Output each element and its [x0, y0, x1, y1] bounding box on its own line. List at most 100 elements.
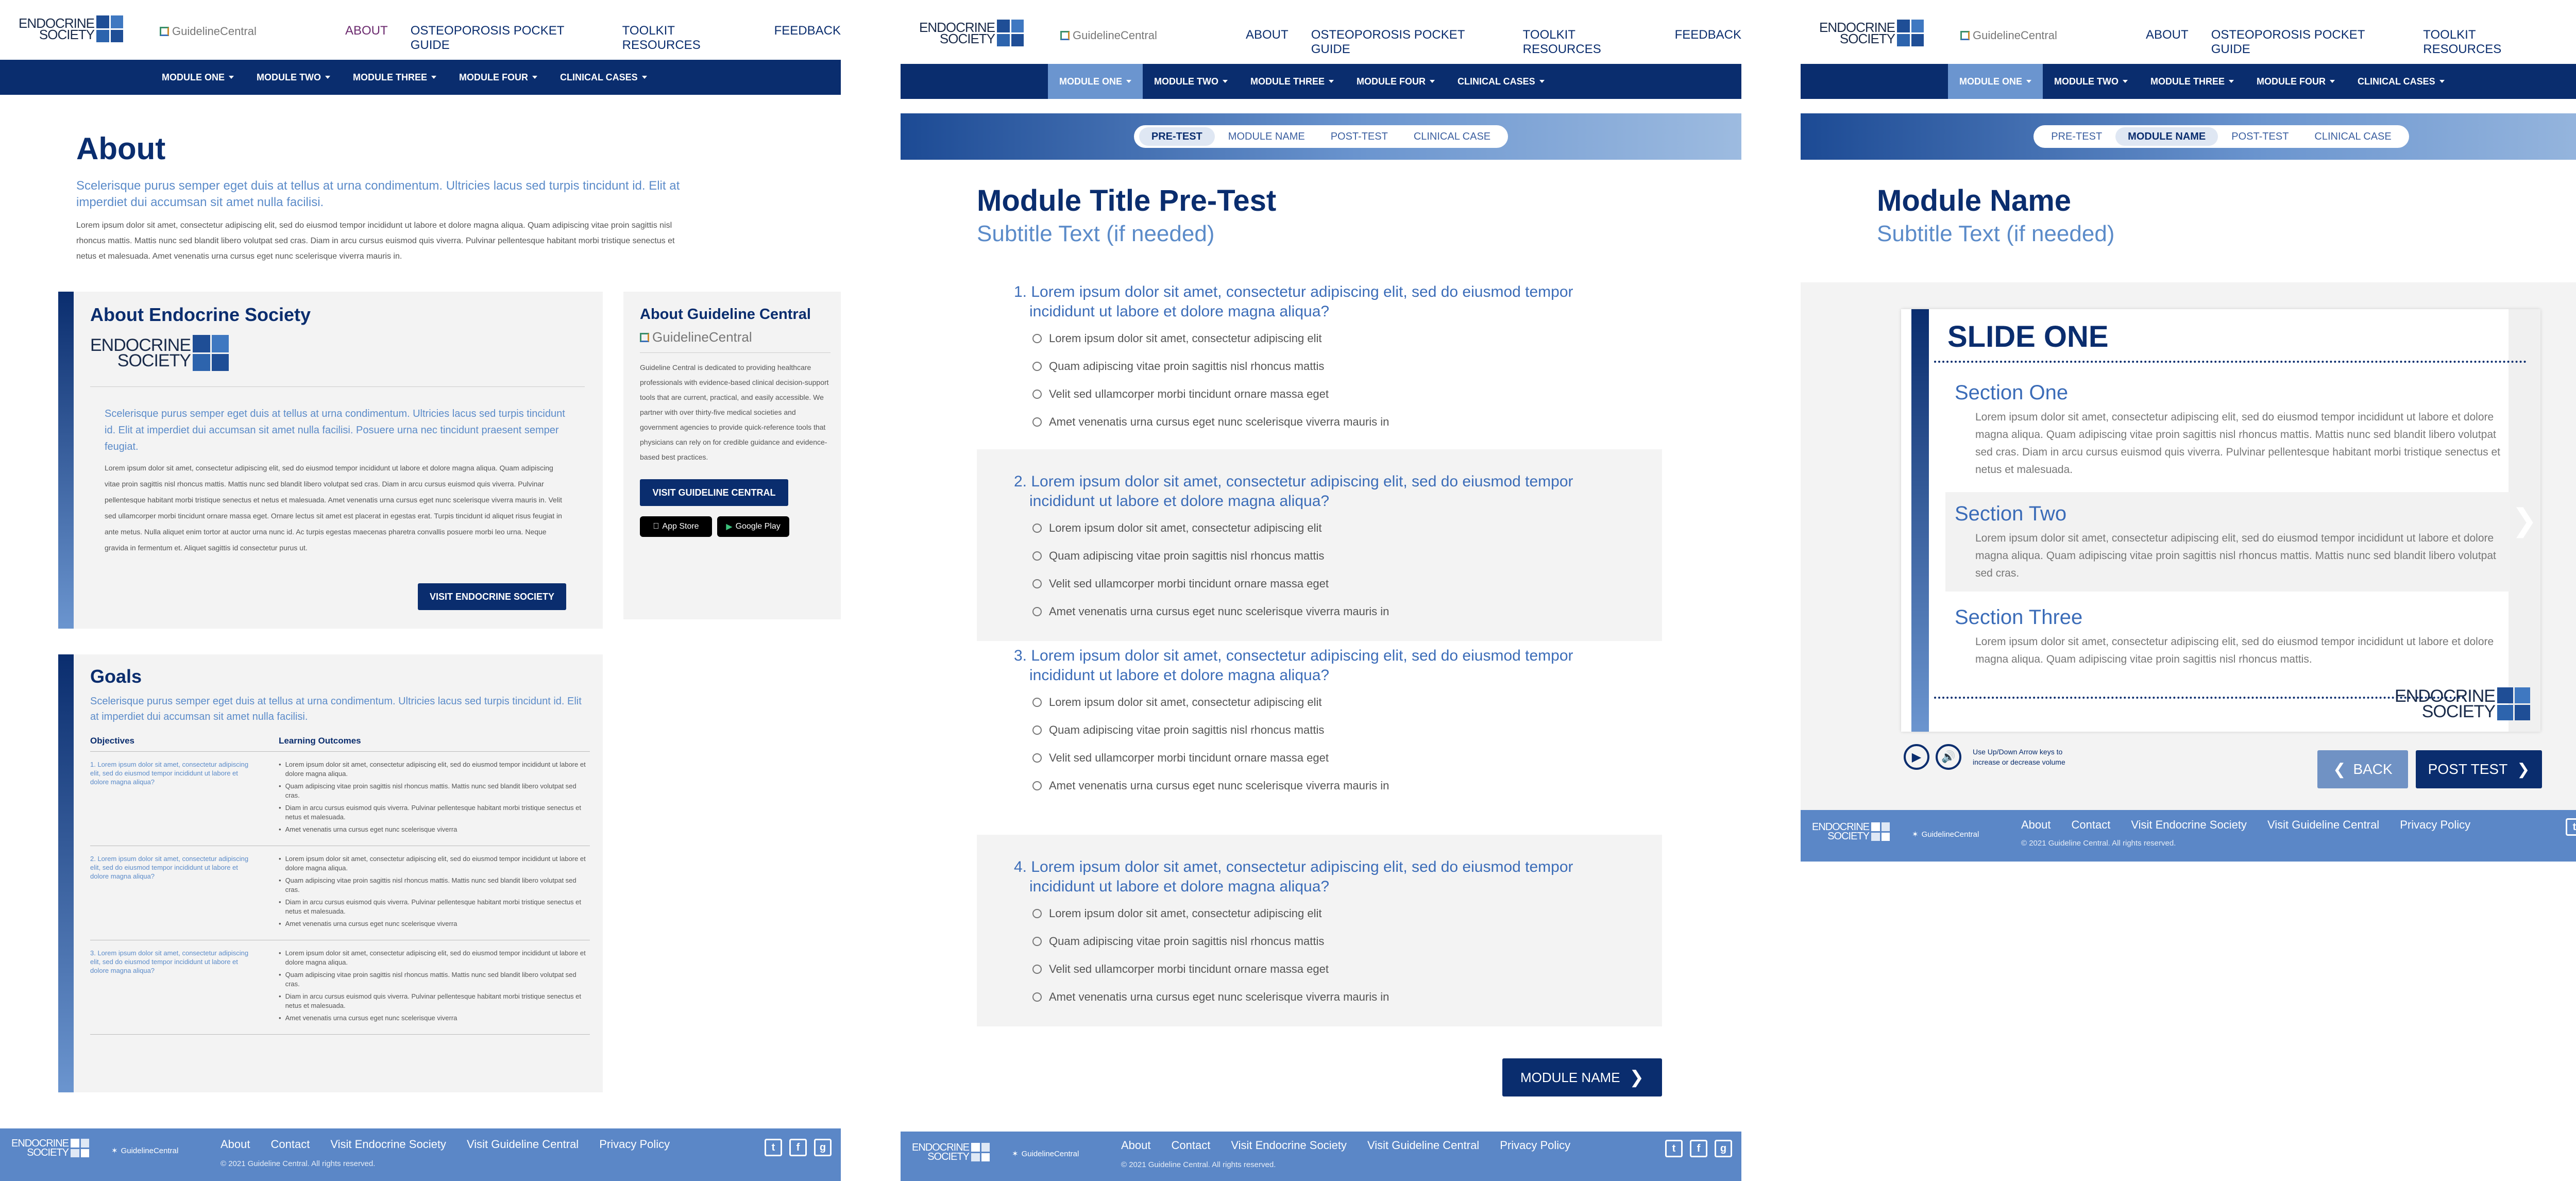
visit-guideline-central-button[interactable]: VISIT GUIDELINE CENTRAL: [640, 479, 788, 506]
module-one-menu[interactable]: MODULE ONE: [1048, 64, 1143, 99]
tab-pre-test[interactable]: PRE-TEST: [1139, 127, 1215, 146]
guideline-central-logo[interactable]: GuidelineCentral: [160, 25, 257, 38]
tab-module-name[interactable]: MODULE NAME: [2115, 127, 2218, 146]
answer-option[interactable]: Amet venenatis urna cursus eget nunc sce…: [1032, 408, 1662, 436]
radio-button[interactable]: [1032, 698, 1042, 707]
tab-pre-test[interactable]: PRE-TEST: [2039, 127, 2114, 146]
tab-clinical-case[interactable]: CLINICAL CASE: [1401, 127, 1503, 146]
visit-endocrine-society-button[interactable]: VISIT ENDOCRINE SOCIETY: [418, 583, 566, 610]
nav-pocket-guide[interactable]: OSTEOPOROSIS POCKET GUIDE: [2211, 28, 2401, 57]
answer-option[interactable]: Quam adipiscing vitae proin sagittis nis…: [1032, 542, 1662, 570]
footer-guideline-logo[interactable]: ✶ GuidelineCentral: [1012, 1149, 1079, 1159]
nav-about[interactable]: ABOUT: [1246, 28, 1289, 57]
module-two-menu[interactable]: MODULE TWO: [2043, 64, 2139, 99]
footer-link-privacy[interactable]: Privacy Policy: [2400, 818, 2470, 832]
google-play-badge[interactable]: ▶ Google Play: [717, 516, 789, 537]
module-one-menu[interactable]: MODULE ONE: [150, 60, 245, 95]
footer-endocrine-logo[interactable]: ENDOCRINE SOCIETY: [1812, 822, 1890, 841]
radio-button[interactable]: [1032, 909, 1042, 918]
module-three-menu[interactable]: MODULE THREE: [1239, 64, 1345, 99]
radio-button[interactable]: [1032, 524, 1042, 533]
radio-button[interactable]: [1032, 965, 1042, 974]
twitter-icon[interactable]: t: [1665, 1140, 1683, 1157]
radio-button[interactable]: [1032, 607, 1042, 616]
next-slide-arrow[interactable]: ❯: [2509, 309, 2540, 732]
radio-button[interactable]: [1032, 390, 1042, 399]
next-module-button[interactable]: MODULE NAME ❯: [1502, 1058, 1662, 1096]
footer-link-guideline[interactable]: Visit Guideline Central: [1367, 1139, 1479, 1152]
answer-option[interactable]: Velit sed ullamcorper morbi tincidunt or…: [1032, 744, 1662, 772]
footer-link-about[interactable]: About: [1121, 1139, 1151, 1152]
nav-pocket-guide[interactable]: OSTEOPOROSIS POCKET GUIDE: [411, 24, 600, 53]
tab-post-test[interactable]: POST-TEST: [1318, 127, 1400, 146]
radio-button[interactable]: [1032, 362, 1042, 371]
footer-link-guideline[interactable]: Visit Guideline Central: [2267, 818, 2379, 832]
answer-option[interactable]: Lorem ipsum dolor sit amet, consectetur …: [1032, 514, 1662, 542]
radio-button[interactable]: [1032, 992, 1042, 1002]
nav-pocket-guide[interactable]: OSTEOPOROSIS POCKET GUIDE: [1311, 28, 1500, 57]
answer-option[interactable]: Lorem ipsum dolor sit amet, consectetur …: [1032, 900, 1662, 927]
module-four-menu[interactable]: MODULE FOUR: [1345, 64, 1446, 99]
tab-module-name[interactable]: MODULE NAME: [1216, 127, 1317, 146]
module-four-menu[interactable]: MODULE FOUR: [448, 60, 549, 95]
guideline-central-logo[interactable]: GuidelineCentral: [1960, 29, 2057, 42]
endocrine-society-logo[interactable]: ENDOCRINE SOCIETY: [1819, 20, 1924, 46]
answer-option[interactable]: Amet venenatis urna cursus eget nunc sce…: [1032, 983, 1662, 1011]
radio-button[interactable]: [1032, 551, 1042, 561]
answer-option[interactable]: Lorem ipsum dolor sit amet, consectetur …: [1032, 325, 1662, 352]
footer-link-guideline[interactable]: Visit Guideline Central: [467, 1138, 579, 1151]
radio-button[interactable]: [1032, 334, 1042, 343]
clinical-cases-menu[interactable]: CLINICAL CASES: [549, 60, 658, 95]
footer-guideline-logo[interactable]: ✶ GuidelineCentral: [1912, 830, 1979, 839]
footer-link-endocrine[interactable]: Visit Endocrine Society: [330, 1138, 446, 1151]
nav-feedback[interactable]: FEEDBACK: [1675, 28, 1741, 57]
nav-about[interactable]: ABOUT: [2146, 28, 2189, 57]
endocrine-society-logo[interactable]: ENDOCRINE SOCIETY: [19, 15, 124, 42]
footer-endocrine-logo[interactable]: ENDOCRINE SOCIETY: [11, 1138, 90, 1158]
footer-link-about[interactable]: About: [221, 1138, 250, 1151]
footer-link-endocrine[interactable]: Visit Endocrine Society: [2131, 818, 2247, 832]
twitter-icon[interactable]: t: [765, 1139, 782, 1156]
answer-option[interactable]: Lorem ipsum dolor sit amet, consectetur …: [1032, 688, 1662, 716]
play-button[interactable]: ▶: [1904, 744, 1929, 770]
tab-clinical-case[interactable]: CLINICAL CASE: [2302, 127, 2403, 146]
radio-button[interactable]: [1032, 781, 1042, 790]
module-one-menu[interactable]: MODULE ONE: [1948, 64, 2043, 99]
footer-link-contact[interactable]: Contact: [2072, 818, 2111, 832]
module-three-menu[interactable]: MODULE THREE: [2139, 64, 2245, 99]
module-two-menu[interactable]: MODULE TWO: [1143, 64, 1239, 99]
post-test-button[interactable]: POST TEST ❯: [2416, 750, 2542, 788]
clinical-cases-menu[interactable]: CLINICAL CASES: [1446, 64, 1556, 99]
answer-option[interactable]: Quam adipiscing vitae proin sagittis nis…: [1032, 927, 1662, 955]
answer-option[interactable]: Amet venenatis urna cursus eget nunc sce…: [1032, 772, 1662, 800]
answer-option[interactable]: Quam adipiscing vitae proin sagittis nis…: [1032, 352, 1662, 380]
nav-feedback[interactable]: FEEDBACK: [774, 24, 841, 53]
module-three-menu[interactable]: MODULE THREE: [342, 60, 448, 95]
clinical-cases-menu[interactable]: CLINICAL CASES: [2346, 64, 2456, 99]
facebook-icon[interactable]: f: [1690, 1140, 1707, 1157]
radio-button[interactable]: [1032, 726, 1042, 735]
footer-link-endocrine[interactable]: Visit Endocrine Society: [1231, 1139, 1347, 1152]
volume-button[interactable]: 🔊: [1936, 744, 1961, 770]
radio-button[interactable]: [1032, 753, 1042, 763]
radio-button[interactable]: [1032, 417, 1042, 427]
footer-link-contact[interactable]: Contact: [1172, 1139, 1211, 1152]
radio-button[interactable]: [1032, 579, 1042, 588]
answer-option[interactable]: Quam adipiscing vitae proin sagittis nis…: [1032, 716, 1662, 744]
google-plus-icon[interactable]: g: [814, 1139, 832, 1156]
nav-about[interactable]: ABOUT: [345, 24, 388, 53]
twitter-icon[interactable]: t: [2566, 818, 2576, 836]
guideline-central-logo[interactable]: GuidelineCentral: [1060, 29, 1157, 42]
module-four-menu[interactable]: MODULE FOUR: [2245, 64, 2346, 99]
app-store-badge[interactable]: App Store: [640, 516, 712, 537]
facebook-icon[interactable]: f: [789, 1139, 807, 1156]
radio-button[interactable]: [1032, 937, 1042, 946]
answer-option[interactable]: Amet venenatis urna cursus eget nunc sce…: [1032, 598, 1662, 626]
footer-link-privacy[interactable]: Privacy Policy: [599, 1138, 670, 1151]
footer-link-privacy[interactable]: Privacy Policy: [1500, 1139, 1570, 1152]
google-plus-icon[interactable]: g: [1715, 1140, 1732, 1157]
nav-toolkit[interactable]: TOOLKIT RESOURCES: [2423, 28, 2552, 57]
endocrine-society-logo[interactable]: ENDOCRINE SOCIETY: [919, 20, 1024, 46]
footer-link-about[interactable]: About: [2021, 818, 2051, 832]
footer-endocrine-logo[interactable]: ENDOCRINE SOCIETY: [912, 1142, 990, 1162]
